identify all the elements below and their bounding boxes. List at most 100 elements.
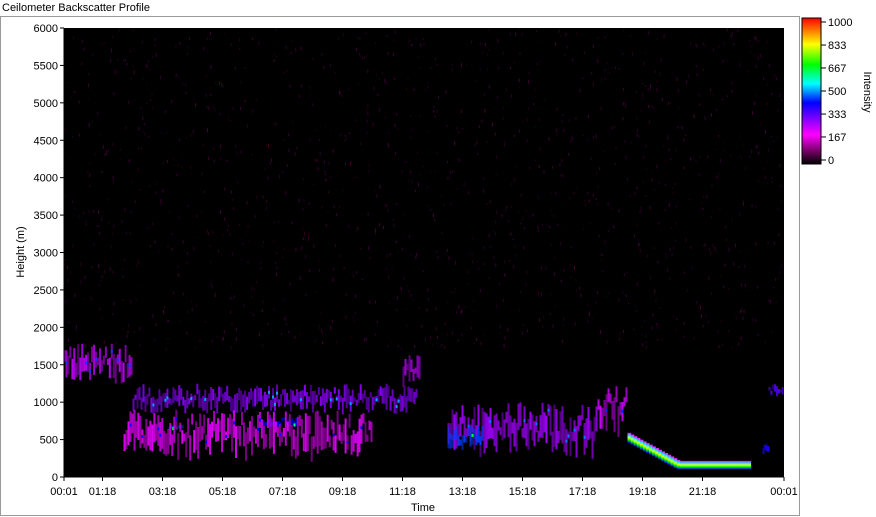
noise-speck [430, 170, 432, 173]
noise-speck [213, 148, 215, 150]
noise-speck [433, 213, 434, 218]
noise-speck [775, 301, 777, 303]
noise-speck [305, 255, 306, 259]
noise-speck [244, 67, 246, 69]
backscatter-cell [595, 406, 598, 432]
noise-speck [503, 343, 505, 348]
noise-speck [396, 309, 398, 311]
noise-speck [434, 57, 436, 61]
noise-speck [417, 152, 419, 155]
noise-speck [504, 336, 506, 340]
noise-speck [574, 322, 576, 326]
noise-speck [214, 108, 216, 112]
noise-speck [160, 132, 162, 134]
noise-speck [536, 63, 538, 65]
noise-speck [410, 170, 412, 174]
backscatter-cell [260, 388, 262, 402]
noise-speck [587, 320, 589, 324]
noise-speck [642, 98, 644, 100]
backscatter-cell [102, 355, 105, 365]
backscatter-cell [567, 434, 570, 438]
noise-speck [375, 232, 377, 235]
noise-speck [222, 85, 224, 87]
noise-speck [193, 98, 195, 100]
noise-speck [355, 230, 357, 232]
noise-speck [93, 210, 95, 213]
noise-speck [433, 110, 435, 113]
noise-speck [218, 249, 219, 253]
noise-speck [273, 308, 275, 311]
noise-speck [646, 255, 648, 257]
noise-speck [569, 197, 570, 200]
backscatter-cell [525, 423, 528, 447]
noise-speck [458, 304, 460, 309]
noise-speck [763, 77, 764, 80]
noise-speck [520, 223, 522, 225]
backscatter-cell [123, 434, 126, 451]
noise-speck [741, 307, 743, 312]
backscatter-cell [215, 424, 218, 442]
noise-speck [386, 253, 388, 258]
noise-speck [339, 205, 340, 208]
backscatter-cell [236, 393, 239, 413]
noise-speck [699, 103, 701, 106]
noise-speck [393, 60, 395, 62]
noise-speck [319, 269, 321, 272]
backscatter-cell [543, 412, 546, 433]
noise-speck [718, 45, 720, 48]
y-tick-label: 4500 [34, 135, 58, 147]
backscatter-cell [125, 430, 128, 450]
noise-speck [642, 93, 644, 97]
noise-speck [597, 291, 599, 295]
noise-speck [147, 165, 149, 167]
noise-speck [419, 43, 421, 47]
backscatter-cell [302, 433, 305, 452]
noise-speck [595, 301, 597, 304]
noise-speck [538, 40, 540, 42]
backscatter-cell [762, 448, 765, 455]
backscatter-cell [603, 400, 606, 417]
noise-speck [268, 144, 269, 148]
noise-speck [254, 215, 256, 218]
backscatter-cell [264, 391, 266, 407]
noise-speck [114, 70, 116, 74]
noise-speck [777, 207, 779, 211]
backscatter-cell [75, 362, 78, 377]
noise-speck [702, 207, 704, 210]
noise-speck [661, 337, 663, 341]
noise-speck [129, 232, 131, 235]
noise-speck [328, 161, 330, 166]
backscatter-cell [246, 396, 249, 410]
backscatter-cell [537, 430, 540, 442]
noise-speck [618, 337, 620, 341]
noise-speck [285, 323, 287, 326]
noise-speck [91, 266, 93, 269]
noise-speck [459, 158, 461, 162]
backscatter-cell [245, 432, 247, 461]
noise-speck [629, 195, 631, 198]
noise-speck [139, 189, 141, 191]
noise-speck [187, 309, 189, 314]
backscatter-cell [91, 346, 94, 363]
noise-speck [496, 155, 498, 159]
noise-speck [235, 145, 237, 148]
noise-speck [582, 77, 584, 80]
noise-speck [513, 61, 515, 64]
noise-speck [521, 218, 523, 221]
noise-speck [367, 69, 369, 73]
backscatter-cell [154, 399, 157, 413]
noise-speck [206, 229, 208, 233]
noise-speck [690, 158, 692, 160]
noise-speck [300, 46, 302, 50]
y-tick-label: 3500 [34, 210, 58, 222]
noise-speck [135, 298, 137, 301]
noise-speck [487, 68, 489, 71]
noise-speck [570, 139, 572, 144]
noise-speck [600, 77, 602, 82]
noise-speck [265, 206, 267, 210]
noise-speck [642, 343, 644, 347]
backscatter-cell [507, 403, 510, 438]
noise-speck [262, 300, 264, 304]
backscatter-cell [316, 410, 319, 454]
noise-speck [538, 318, 540, 322]
